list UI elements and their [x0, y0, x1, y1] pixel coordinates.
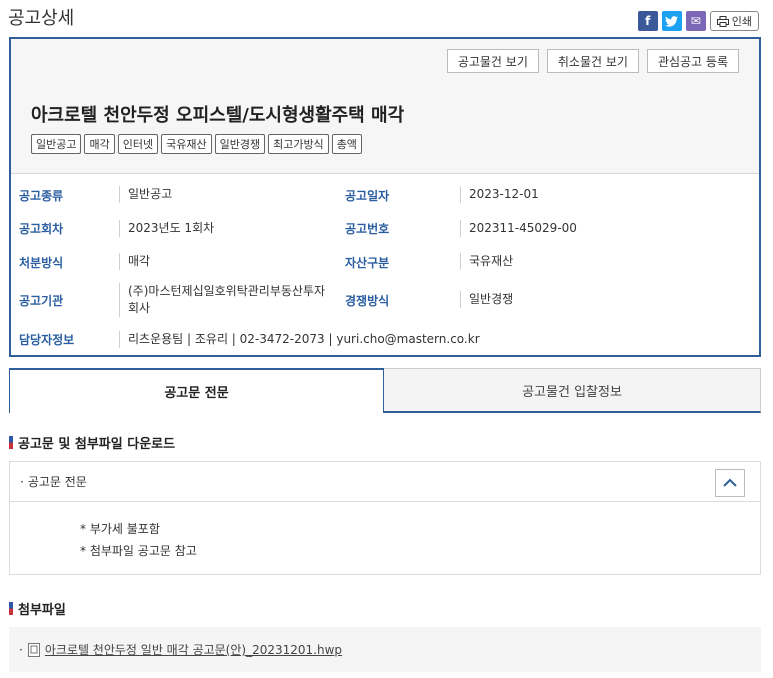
round-label: 공고회차 [19, 222, 64, 236]
page-title: 공고상세 [8, 8, 75, 29]
tag-list: 일반공고 매각 인터넷 국유재산 일반경쟁 최고가방식 총액 [31, 134, 362, 154]
email-icon[interactable]: ✉ [685, 11, 706, 31]
number-label: 공고번호 [345, 222, 390, 236]
bullet-icon: · [20, 474, 24, 489]
tab-bid-info[interactable]: 공고물건 입찰정보 [384, 368, 761, 413]
twitter-icon[interactable] [661, 11, 682, 31]
print-button[interactable]: 인쇄 [709, 11, 759, 31]
download-section-title: 공고문 및 첨부파일 다운로드 [9, 433, 175, 452]
asset-value: 국유재산 [460, 253, 513, 270]
download-section-label: 공고문 및 첨부파일 다운로드 [18, 437, 176, 452]
competition-value: 일반경쟁 [460, 291, 513, 308]
date-label: 공고일자 [345, 189, 390, 203]
competition-label: 경쟁방식 [345, 294, 390, 308]
type-label: 공고종류 [19, 189, 64, 203]
agency-value-line1: (주)마스턴제십일호위탁관리부동산투자 [128, 284, 326, 298]
type-value: 일반공고 [119, 186, 172, 203]
notice-detail-box: 공고물건 보기 취소물건 보기 관심공고 등록 아크로텔 천안두정 오피스텔/도… [9, 37, 761, 357]
round-value: 2023년도 1회차 [119, 220, 214, 237]
tab-full-text[interactable]: 공고문 전문 [9, 368, 384, 413]
disposal-label: 처분방식 [19, 256, 64, 270]
tab-bar: 공고문 전문 공고물건 입찰정보 [9, 368, 761, 413]
chevron-up-icon [723, 478, 737, 487]
notice-header: 공고물건 보기 취소물건 보기 관심공고 등록 아크로텔 천안두정 오피스텔/도… [11, 39, 759, 174]
register-interest-button[interactable]: 관심공고 등록 [646, 49, 739, 73]
view-cancelled-button[interactable]: 취소물건 보기 [546, 49, 639, 73]
agency-value-line2: 회사 [128, 301, 151, 315]
accordion-header[interactable]: · 공고문 전문 [10, 462, 760, 502]
print-label: 인쇄 [731, 15, 752, 28]
asset-label: 자산구분 [345, 256, 390, 270]
collapse-button[interactable] [715, 469, 745, 497]
full-text-accordion: · 공고문 전문 * 부가세 불포함 * 첨부파일 공고문 참고 [9, 461, 761, 575]
tag: 인터넷 [117, 134, 159, 154]
tag: 일반공고 [31, 134, 82, 154]
accordion-body: * 부가세 불포함 * 첨부파일 공고문 참고 [10, 502, 760, 562]
disposal-value: 매각 [119, 253, 150, 270]
attachment-list: · 아크로텔 천안두정 일반 매각 공고문(안)_20231201.hwp [9, 627, 761, 672]
bullet-icon: · [19, 642, 23, 657]
file-icon [27, 642, 40, 657]
printer-icon [716, 15, 729, 27]
attachments-section-title: 첨부파일 [9, 599, 66, 618]
section-bar-icon [9, 436, 13, 449]
attachments-section-label: 첨부파일 [18, 603, 66, 618]
tag: 매각 [84, 134, 115, 154]
tag: 총액 [331, 134, 362, 154]
date-value: 2023-12-01 [460, 186, 539, 203]
number-value: 202311-45029-00 [460, 220, 577, 237]
view-items-button[interactable]: 공고물건 보기 [446, 49, 539, 73]
notice-title: 아크로텔 천안두정 오피스텔/도시형생활주택 매각 [31, 105, 405, 126]
contact-label: 담당자정보 [19, 333, 75, 347]
tag: 일반경쟁 [214, 134, 266, 154]
note-line: * 첨부파일 공고문 참고 [80, 544, 197, 558]
note-line: * 부가세 불포함 [80, 522, 160, 536]
tag: 국유재산 [161, 134, 212, 154]
accordion-title: 공고문 전문 [27, 475, 87, 489]
section-bar-icon [9, 602, 13, 615]
tag: 최고가방식 [268, 134, 329, 154]
share-bar: f ✉ 인쇄 [637, 11, 759, 31]
attachment-file-link[interactable]: 아크로텔 천안두정 일반 매각 공고문(안)_20231201.hwp [45, 641, 342, 658]
agency-label: 공고기관 [19, 294, 64, 308]
facebook-icon[interactable]: f [637, 11, 658, 31]
agency-value: (주)마스턴제십일호위탁관리부동산투자 회사 [119, 283, 344, 317]
contact-value: 리츠운용팀 | 조유리 | 02-3472-2073 | yuri.cho@ma… [119, 331, 480, 348]
